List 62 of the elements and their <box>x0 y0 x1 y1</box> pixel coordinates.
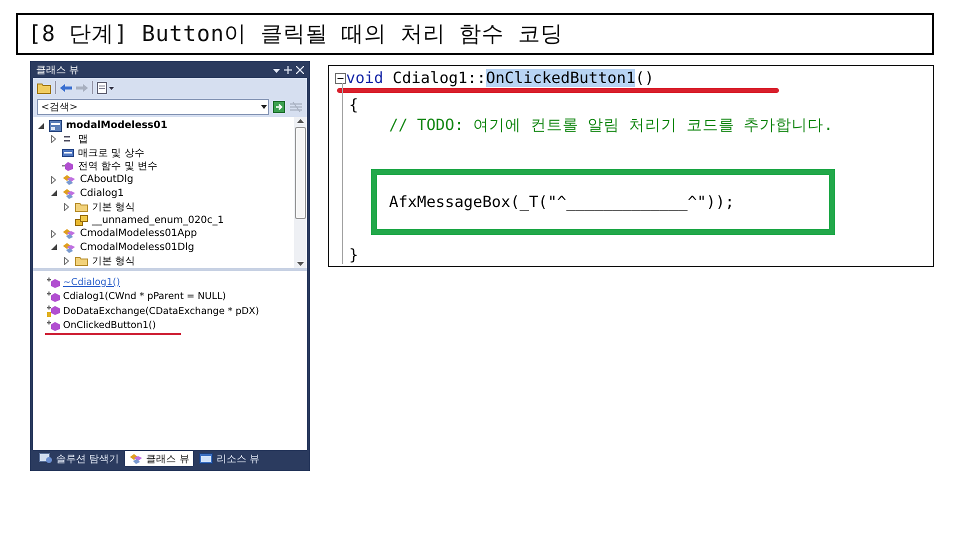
panel-tab[interactable]: 솔루션 탐색기 <box>35 451 124 466</box>
code-line: AfxMessageBox(_T("^_____________^")); <box>389 193 734 211</box>
tree-item[interactable]: __unnamed_enum_020c_1 <box>92 214 224 226</box>
panel-tab[interactable]: 리소스 뷰 <box>195 451 264 466</box>
protected-method-icon <box>47 305 60 318</box>
collapsed-arrow-icon[interactable] <box>51 176 56 184</box>
code-line: // TODO: 여기에 컨트롤 알림 처리기 코드를 추가합니다. <box>389 114 833 136</box>
tree-item[interactable]: 매크로 및 상수 <box>78 146 144 160</box>
document-dropdown-icon[interactable] <box>97 82 115 94</box>
scroll-up-icon[interactable] <box>297 119 304 123</box>
folder-icon[interactable] <box>37 82 51 94</box>
search-box[interactable]: <검색> <box>37 99 269 115</box>
panel-title: 클래스 뷰 <box>36 64 80 76</box>
solution-icon <box>39 453 53 464</box>
code-line: } <box>349 246 358 264</box>
expanded-arrow-icon[interactable] <box>50 190 56 196</box>
class-icon <box>62 242 76 253</box>
tree-item[interactable]: 기본 형식 <box>92 254 136 268</box>
collapsed-arrow-icon[interactable] <box>64 256 69 265</box>
class-icon <box>62 174 76 186</box>
pin-icon[interactable] <box>284 66 292 74</box>
method-icon <box>47 320 60 332</box>
tree-item[interactable]: modalModeless01 <box>66 120 168 132</box>
code-line: void Cdialog1::OnClickedButton1() <box>346 69 654 87</box>
resource-icon <box>199 453 214 464</box>
tree-item[interactable]: Cdialog1 <box>80 188 124 199</box>
back-arrow-icon[interactable] <box>60 82 72 92</box>
go-icon[interactable] <box>273 101 285 113</box>
tree-item[interactable]: 맵 <box>78 132 88 146</box>
method-icon <box>47 276 60 288</box>
tree-item[interactable]: CmodalModeless01App <box>80 228 197 240</box>
tree-item[interactable]: 전역 함수 및 변수 <box>78 159 158 174</box>
folder-icon <box>75 256 88 266</box>
expanded-arrow-icon[interactable] <box>38 122 44 129</box>
project-icon <box>49 120 62 132</box>
collapsed-arrow-icon[interactable] <box>51 135 56 144</box>
tree-item[interactable]: CAboutDlg <box>80 174 134 186</box>
member-item[interactable]: ~Cdialog1() <box>63 276 120 288</box>
folder-icon <box>75 202 88 212</box>
scroll-down-icon[interactable] <box>297 262 304 266</box>
collapsed-arrow-icon[interactable] <box>51 230 56 238</box>
scrollbar[interactable] <box>294 117 307 268</box>
close-icon[interactable] <box>296 66 304 74</box>
class-icon <box>62 188 76 199</box>
expanded-arrow-icon[interactable] <box>50 244 56 250</box>
tree-item[interactable]: 기본 형식 <box>92 200 136 214</box>
tree-item[interactable]: CmodalModeless01Dlg <box>80 242 194 253</box>
slide-title: [8 단계] Button이 클릭될 때의 처리 함수 코딩 <box>16 13 934 55</box>
member-item[interactable]: DoDataExchange(CDataExchange * pDX) <box>63 306 260 317</box>
member-item[interactable]: Cdialog1(CWnd * pParent = NULL) <box>63 291 226 302</box>
code-line: { <box>349 96 358 114</box>
class-icon <box>129 453 144 464</box>
enum-icon <box>75 214 88 226</box>
cube-icon <box>62 161 74 172</box>
panel-tab[interactable]: 클래스 뷰 <box>125 451 194 466</box>
member-item[interactable]: OnClickedButton1() <box>63 320 156 332</box>
collapsed-arrow-icon[interactable] <box>64 202 69 211</box>
class-icon <box>62 228 76 240</box>
dropdown-icon[interactable] <box>260 104 268 110</box>
method-icon <box>47 291 60 302</box>
macro-icon <box>62 148 74 158</box>
collapse-icon[interactable] <box>335 72 346 84</box>
